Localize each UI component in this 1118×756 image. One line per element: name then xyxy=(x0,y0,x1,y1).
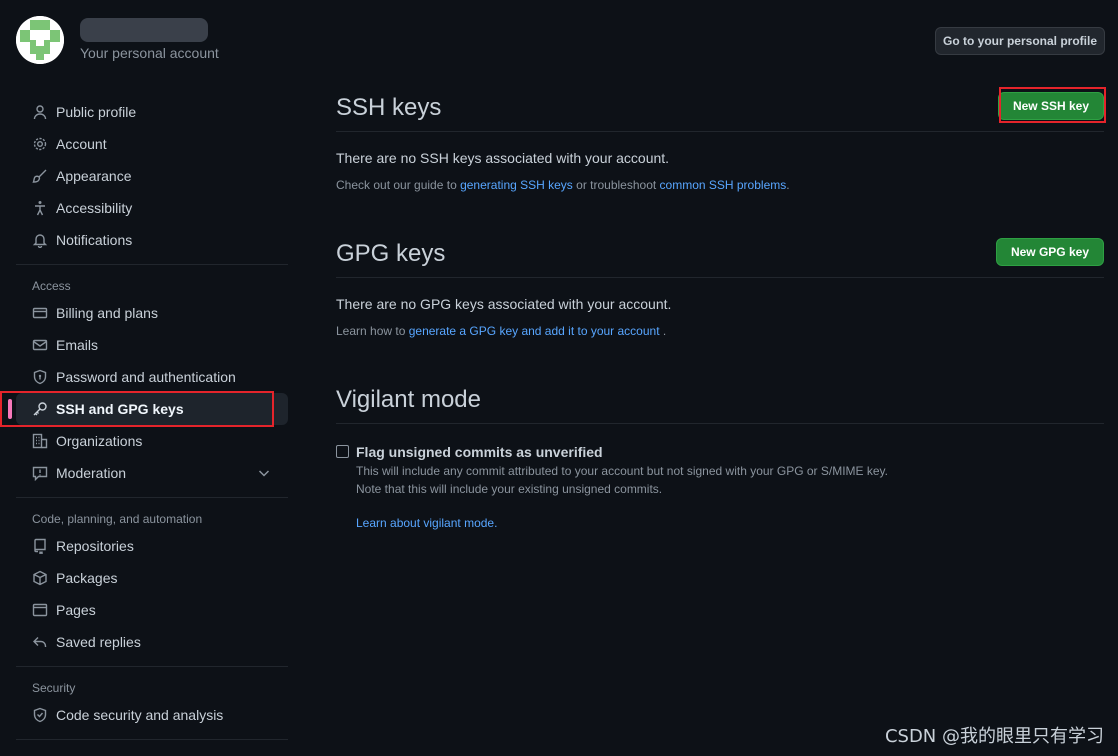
account-name-redacted xyxy=(80,18,208,42)
sidebar-item-label: Billing and plans xyxy=(56,305,158,321)
sidebar-item-label: Moderation xyxy=(56,465,127,481)
sidebar-item-label: Password and authentication xyxy=(56,369,236,385)
flag-unsigned-checkbox[interactable] xyxy=(336,445,349,458)
sidebar-item-pages[interactable]: Pages xyxy=(16,594,288,626)
gpg-help-text: Learn how to generate a GPG key and add … xyxy=(336,324,1104,338)
sidebar-item-label: Organizations xyxy=(56,433,143,449)
sidebar-item-code-security[interactable]: Code security and analysis xyxy=(16,699,288,731)
sidebar-item-saved-replies[interactable]: Saved replies xyxy=(16,626,288,658)
sidebar-divider xyxy=(16,739,288,740)
gpg-keys-header: GPG keys New GPG key xyxy=(336,230,1104,278)
accessibility-icon xyxy=(32,200,48,216)
sidebar-item-label: Packages xyxy=(56,570,118,586)
paintbrush-icon xyxy=(32,168,48,184)
shield-lock-icon xyxy=(32,707,48,723)
credit-card-icon xyxy=(32,305,48,321)
learn-about-vigilant-mode-link[interactable]: Learn about vigilant mode. xyxy=(356,516,497,530)
sidebar-item-emails[interactable]: Emails xyxy=(16,329,288,361)
sidebar-item-label: Notifications xyxy=(56,232,133,248)
ssh-empty-message: There are no SSH keys associated with yo… xyxy=(336,150,670,166)
gpg-help-prefix: Learn how to xyxy=(336,324,409,338)
vigilant-desc-line1: This will include any commit attributed … xyxy=(356,464,889,478)
vigilant-description: This will include any commit attributed … xyxy=(356,462,1104,498)
sidebar-item-notifications[interactable]: Notifications xyxy=(16,224,288,256)
ssh-help-prefix: Check out our guide to xyxy=(336,178,461,192)
sidebar-item-billing[interactable]: Billing and plans xyxy=(16,297,288,329)
vigilant-mode-title: Vigilant mode xyxy=(336,385,481,413)
vigilant-learn-more: Learn about vigilant mode. xyxy=(356,516,1104,530)
sidebar-item-label: Repositories xyxy=(56,538,134,554)
section-label-access: Access xyxy=(32,279,71,293)
gpg-empty-message: There are no GPG keys associated with yo… xyxy=(336,296,672,312)
identicon-icon xyxy=(16,16,64,64)
section-label-security: Security xyxy=(32,681,76,695)
common-ssh-problems-link[interactable]: common SSH problems xyxy=(660,178,787,192)
avatar[interactable] xyxy=(16,16,64,64)
new-ssh-key-button[interactable]: New SSH key xyxy=(997,92,1104,120)
key-icon xyxy=(32,401,48,417)
ssh-help-mid: or troubleshoot xyxy=(572,178,660,192)
generating-ssh-keys-link[interactable]: generating SSH keys xyxy=(460,178,573,192)
sidebar-item-password-authentication[interactable]: Password and authentication xyxy=(16,361,288,393)
sidebar-item-label: Accessibility xyxy=(56,200,133,216)
sidebar-item-moderation[interactable]: Moderation xyxy=(16,457,288,489)
sidebar-item-label: Pages xyxy=(56,602,96,618)
bell-icon xyxy=(32,232,48,248)
reply-icon xyxy=(32,634,48,650)
vigilant-checkbox-row: Flag unsigned commits as unverified xyxy=(336,444,1104,460)
sidebar-item-label: Account xyxy=(56,136,107,152)
sidebar-item-label: Saved replies xyxy=(56,634,141,650)
sidebar-item-label: SSH and GPG keys xyxy=(56,401,184,417)
sidebar-item-public-profile[interactable]: Public profile xyxy=(16,96,288,128)
watermark: CSDN @我的眼里只有学习 xyxy=(884,726,1104,747)
ssh-help-suffix: . xyxy=(786,178,790,192)
ssh-keys-section: SSH keys New SSH key There are no SSH ke… xyxy=(336,84,1106,192)
organization-icon xyxy=(32,433,48,449)
browser-icon xyxy=(32,602,48,618)
sidebar-item-account[interactable]: Account xyxy=(16,128,288,160)
sidebar-item-label: Code security and analysis xyxy=(56,707,224,723)
gpg-keys-section: GPG keys New GPG key There are no GPG ke… xyxy=(336,230,1104,338)
ssh-help-text: Check out our guide to generating SSH ke… xyxy=(336,178,1104,192)
main-content: SSH keys New SSH key There are no SSH ke… xyxy=(336,84,1106,530)
person-icon xyxy=(32,104,48,120)
shield-icon xyxy=(32,369,48,385)
chevron-down-icon[interactable] xyxy=(256,465,272,481)
section-label-code-planning: Code, planning, and automation xyxy=(32,512,203,526)
sidebar-item-label: Appearance xyxy=(56,168,132,184)
sidebar-item-organizations[interactable]: Organizations xyxy=(16,425,288,457)
settings-sidebar: Public profile Account Appearance Access… xyxy=(0,96,288,740)
sidebar-item-ssh-gpg-keys[interactable]: SSH and GPG keys xyxy=(0,391,288,427)
mail-icon xyxy=(32,337,48,353)
ssh-keys-header: SSH keys New SSH key xyxy=(336,84,1106,132)
vigilant-desc-line2: Note that this will include your existin… xyxy=(356,482,663,496)
sidebar-item-appearance[interactable]: Appearance xyxy=(16,160,288,192)
go-to-profile-button[interactable]: Go to your personal profile xyxy=(935,27,1105,55)
package-icon xyxy=(32,570,48,586)
sidebar-item-label: Public profile xyxy=(56,104,137,120)
new-gpg-key-button[interactable]: New GPG key xyxy=(995,238,1104,266)
report-icon xyxy=(32,465,48,481)
gear-icon xyxy=(32,136,48,152)
flag-unsigned-label[interactable]: Flag unsigned commits as unverified xyxy=(356,444,603,460)
sidebar-item-label: Emails xyxy=(56,337,99,353)
sidebar-item-repositories[interactable]: Repositories xyxy=(16,530,288,562)
gpg-help-suffix: . xyxy=(659,324,667,338)
ssh-keys-title: SSH keys xyxy=(336,93,442,121)
sidebar-item-packages[interactable]: Packages xyxy=(16,562,288,594)
account-subtitle: Your personal account xyxy=(80,45,219,61)
vigilant-mode-section: Vigilant mode Flag unsigned commits as u… xyxy=(336,376,1104,530)
repo-icon xyxy=(32,538,48,554)
vigilant-mode-header: Vigilant mode xyxy=(336,376,1104,424)
sidebar-item-accessibility[interactable]: Accessibility xyxy=(16,192,288,224)
gpg-keys-title: GPG keys xyxy=(336,239,446,267)
generate-gpg-key-link[interactable]: generate a GPG key and add it to your ac… xyxy=(409,324,660,338)
